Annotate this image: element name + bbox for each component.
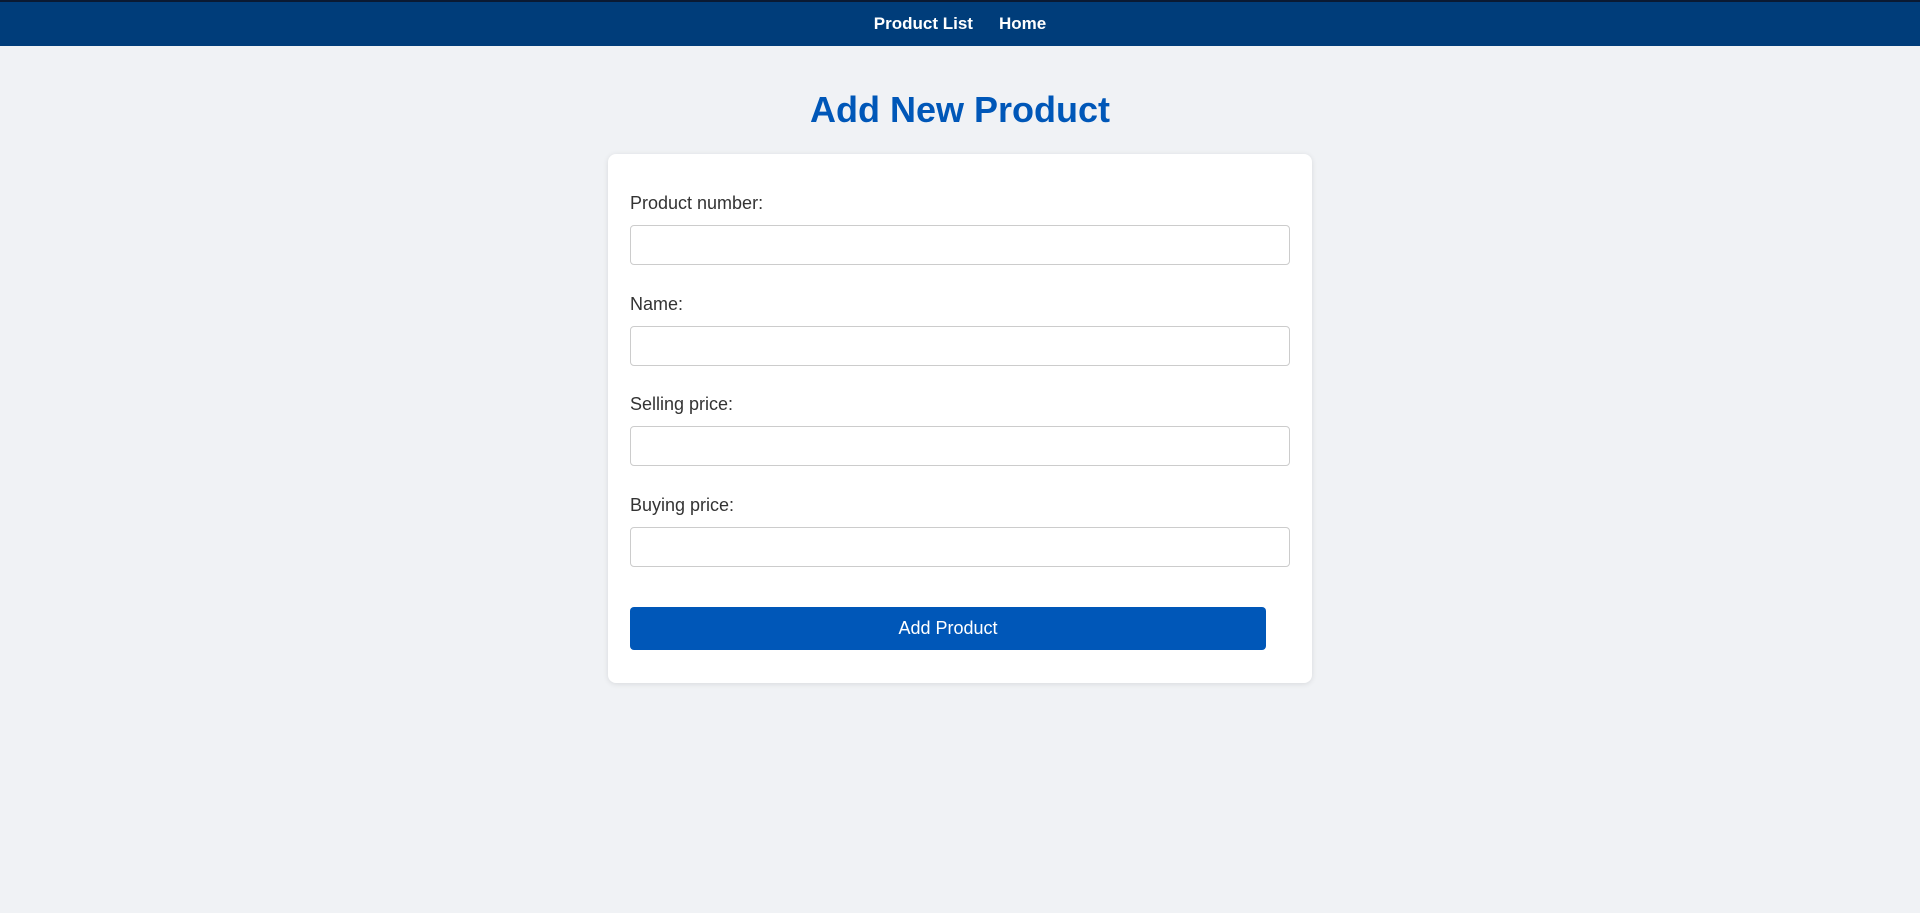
- product-number-input[interactable]: [630, 225, 1290, 265]
- name-input[interactable]: [630, 326, 1290, 366]
- add-product-button[interactable]: Add Product: [630, 607, 1266, 650]
- add-product-form: Product number: Name: Selling price: Buy…: [608, 154, 1312, 683]
- nav-link-product-list[interactable]: Product List: [874, 14, 973, 34]
- product-number-label: Product number:: [630, 193, 764, 213]
- selling-price-label: Selling price:: [630, 394, 734, 414]
- buying-price-label: Buying price:: [630, 495, 735, 515]
- buying-price-input[interactable]: [630, 527, 1290, 567]
- page-title: Add New Product: [809, 89, 1110, 130]
- selling-price-input[interactable]: [630, 426, 1290, 466]
- top-navbar: Product List Home: [0, 0, 1920, 46]
- name-label: Name:: [630, 294, 684, 314]
- nav-link-home[interactable]: Home: [999, 14, 1046, 34]
